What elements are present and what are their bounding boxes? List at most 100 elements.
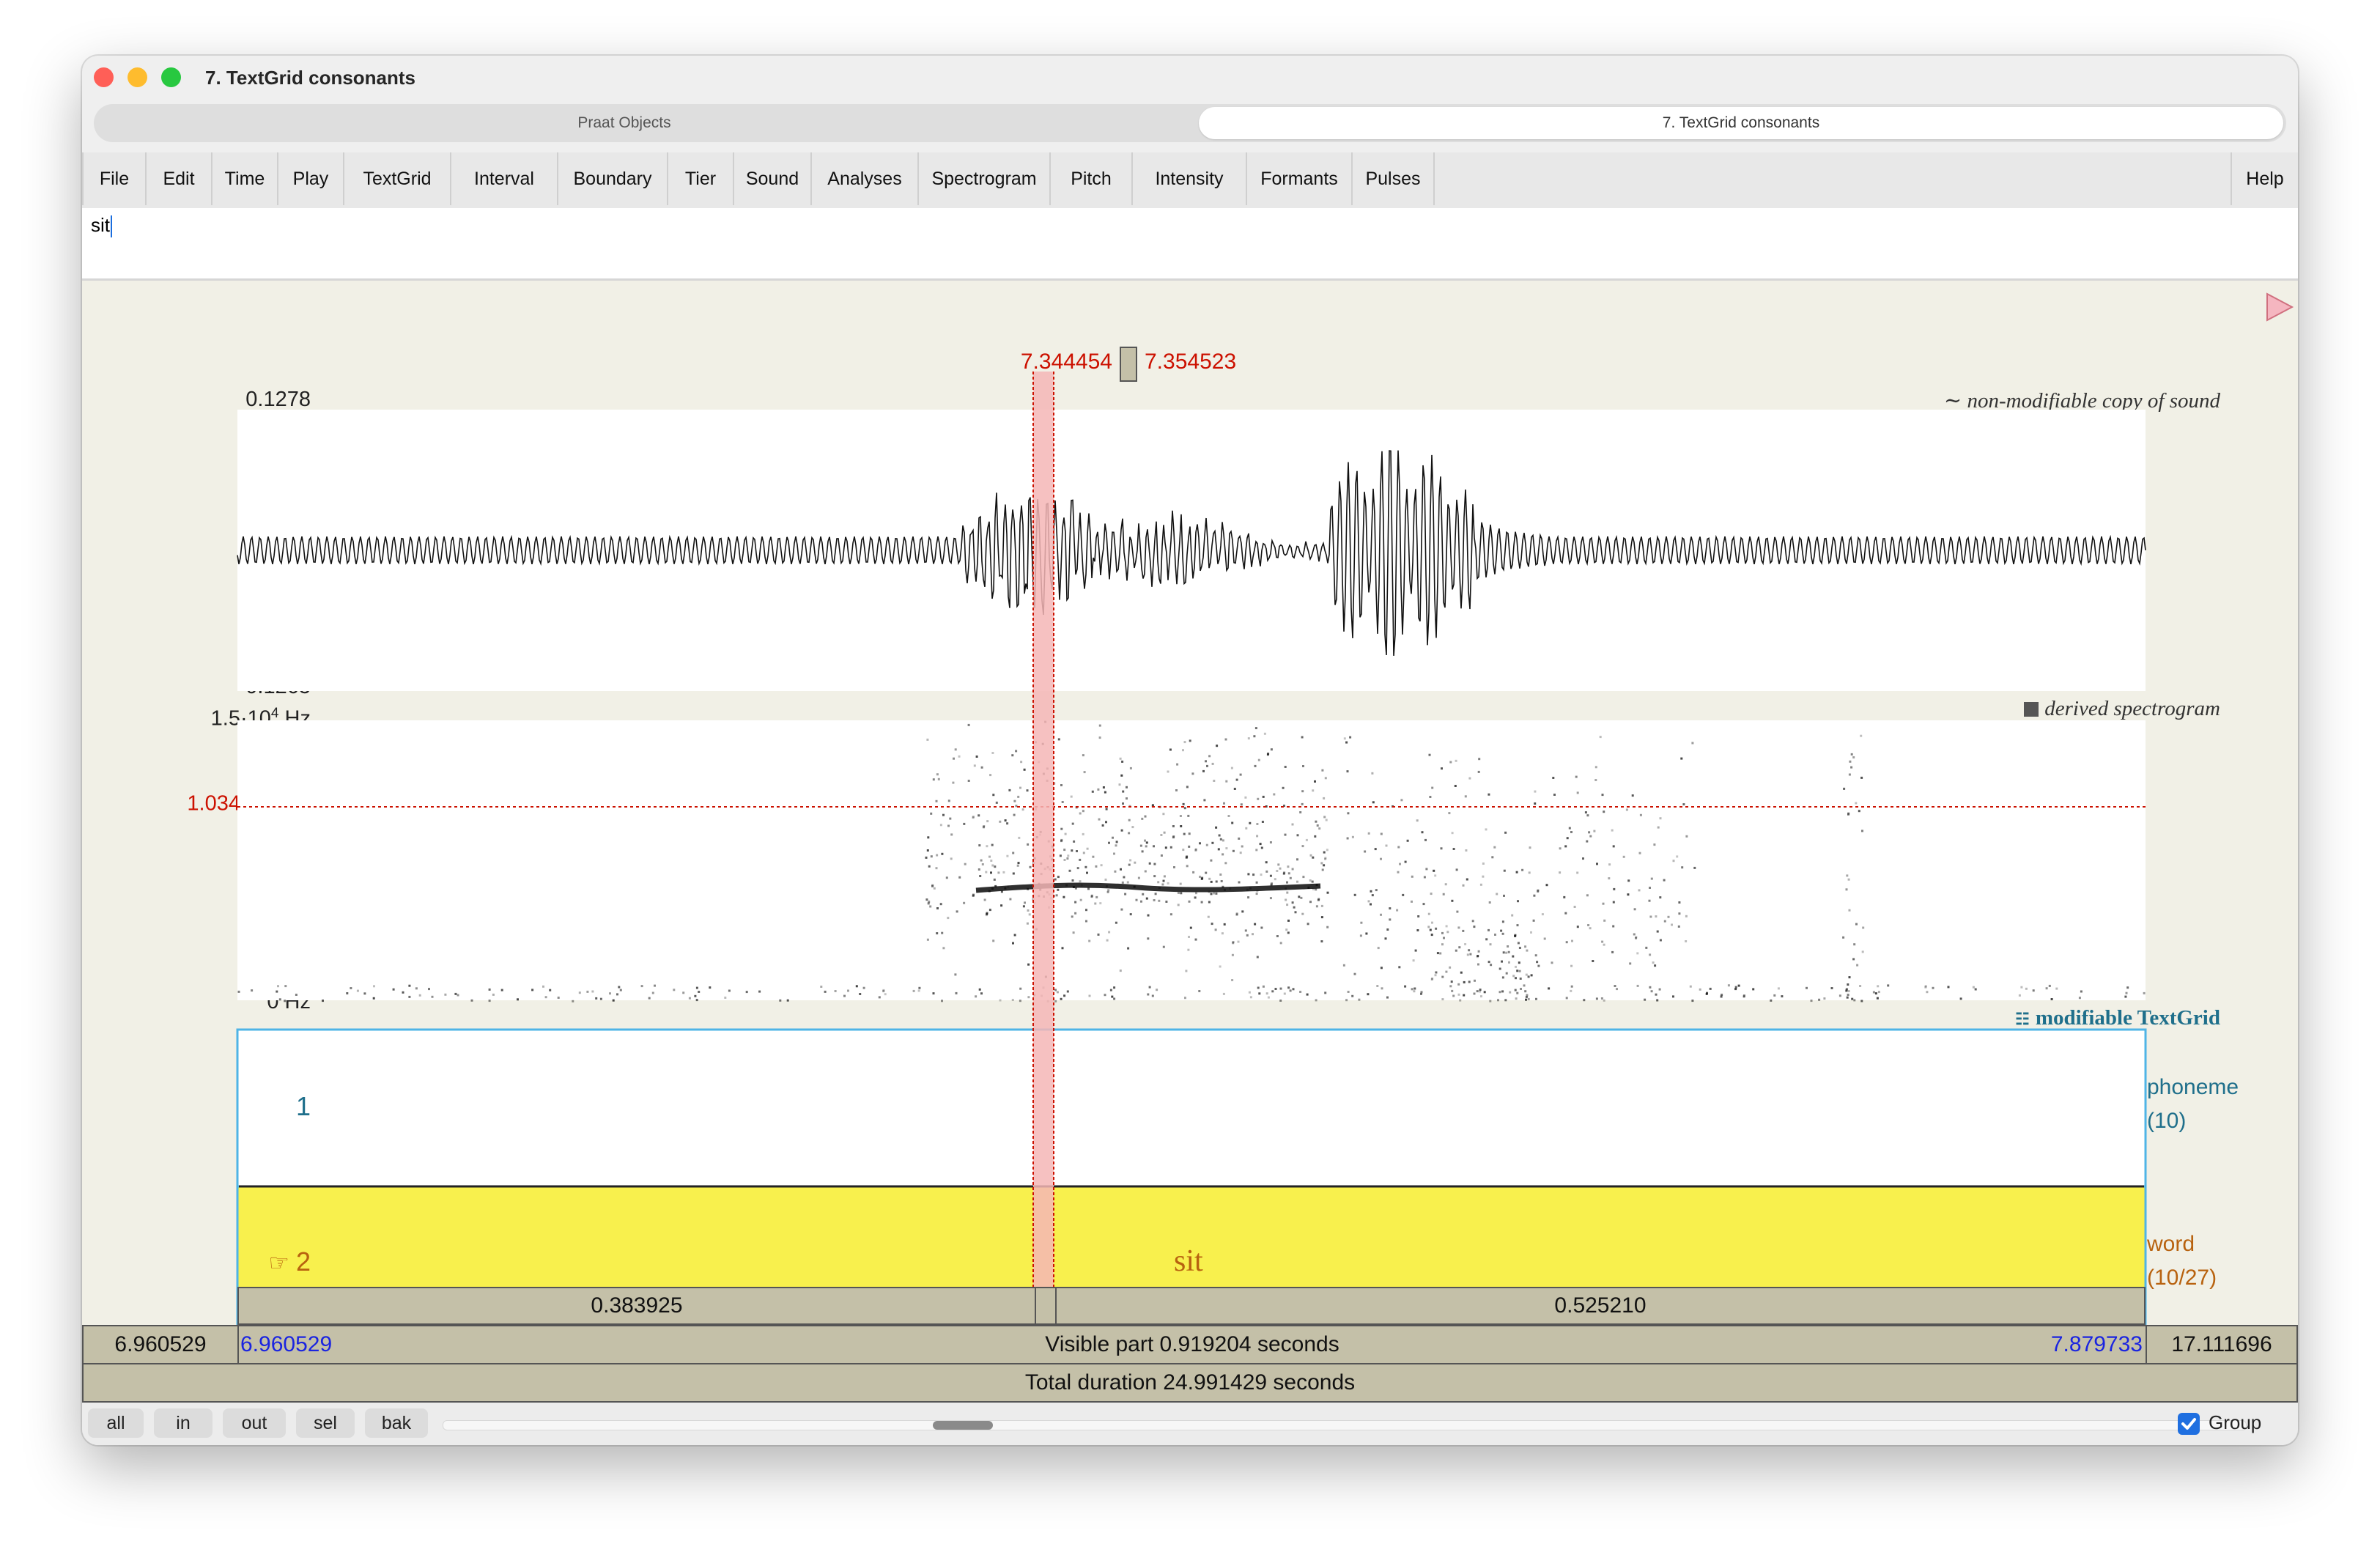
spectrogram-speckle xyxy=(1267,996,1270,999)
menu-file[interactable]: File xyxy=(82,152,147,205)
spectrogram-speckle xyxy=(1612,901,1615,904)
menu-pulses[interactable]: Pulses xyxy=(1353,152,1435,205)
spectrogram-speckle xyxy=(979,875,982,877)
spectrogram-speckle xyxy=(1121,881,1124,884)
spectrogram-speckle xyxy=(1380,913,1382,916)
spectrogram-speckle xyxy=(1389,907,1392,910)
spectrogram-speckle xyxy=(1530,974,1533,977)
spectrogram-speckle xyxy=(1600,997,1603,1000)
spectrogram-speckle xyxy=(278,998,281,1001)
group-checkbox[interactable] xyxy=(2178,1413,2200,1435)
spectrogram-speckle xyxy=(1351,994,1354,997)
spectrogram-speckle xyxy=(1257,797,1260,800)
spectrogram-speckle xyxy=(578,991,581,994)
spectrogram-speckle xyxy=(1514,934,1517,937)
close-window-button[interactable] xyxy=(94,67,114,87)
spectrogram-speckle xyxy=(1947,986,1950,989)
menu-textgrid[interactable]: TextGrid xyxy=(344,152,451,205)
spectrogram-speckle xyxy=(1249,821,1252,824)
spectrogram-speckle xyxy=(1255,893,1258,895)
spectrogram-speckle xyxy=(1346,770,1349,773)
horizontal-scrollbar[interactable] xyxy=(443,1420,2247,1430)
spectrogram-speckle xyxy=(1691,742,1694,745)
duration-selection[interactable] xyxy=(1035,1287,1057,1325)
analysis-panel[interactable]: 7.344454 7.354523 0.1278 0 -0.1265 ∼ non… xyxy=(82,281,2298,1343)
spectrogram-speckle xyxy=(1262,795,1265,798)
spectrogram-speckle xyxy=(1160,854,1163,857)
spectrogram-speckle xyxy=(991,864,994,867)
spectrogram-speckle xyxy=(1685,835,1688,838)
signal-plot-area[interactable] xyxy=(82,281,2298,1343)
menu-tier[interactable]: Tier xyxy=(668,152,734,205)
spectrogram-speckle xyxy=(1307,923,1309,926)
zoom-back-button[interactable]: bak xyxy=(365,1408,428,1438)
zoom-selection-button[interactable]: sel xyxy=(296,1408,355,1438)
spectrogram-speckle xyxy=(932,778,935,781)
menu-play[interactable]: Play xyxy=(278,152,344,205)
spectrogram-speckle xyxy=(1494,934,1496,936)
menu-help[interactable]: Help xyxy=(2231,152,2298,205)
menu-time[interactable]: Time xyxy=(212,152,278,205)
spectrogram-speckle xyxy=(999,999,1002,1002)
interval-text-field[interactable]: sit xyxy=(82,208,2298,281)
spectrogram-speckle xyxy=(284,1000,287,1002)
spectrogram-speckle xyxy=(1535,997,1537,1000)
spectrogram-speckle xyxy=(415,987,418,990)
zoom-in-button[interactable]: in xyxy=(154,1408,212,1438)
spectrogram-speckle xyxy=(1498,991,1501,994)
spectrogram-speckle xyxy=(1449,966,1452,969)
menu-pitch[interactable]: Pitch xyxy=(1051,152,1133,205)
spectrogram-speckle xyxy=(1441,975,1444,978)
spectrogram-speckle xyxy=(1259,843,1262,846)
tier-1-area[interactable] xyxy=(236,1028,2147,1188)
spectrogram-speckle xyxy=(1189,739,1191,742)
zoom-out-button[interactable]: out xyxy=(223,1408,286,1438)
selection-region[interactable] xyxy=(1033,372,1054,1343)
spectrogram-speckle xyxy=(1400,799,1403,802)
spectrogram-speckle xyxy=(1818,998,1821,1001)
spectrogram-speckle xyxy=(947,824,950,827)
spectrogram-speckle xyxy=(517,998,519,1001)
total-duration-bar[interactable]: Total duration 24.991429 seconds xyxy=(82,1363,2298,1403)
zoom-window-button[interactable] xyxy=(161,67,181,87)
spectrogram-speckle xyxy=(1027,843,1030,846)
spectrogram-speckle xyxy=(1625,808,1628,811)
tier-2-interval-text[interactable]: sit xyxy=(1174,1244,1203,1279)
spectrogram-speckle xyxy=(941,1000,943,1002)
menu-formants[interactable]: Formants xyxy=(1247,152,1353,205)
spectrogram-speckle xyxy=(1012,852,1015,854)
spectrogram-speckle xyxy=(1450,980,1453,983)
spectrogram-speckle xyxy=(531,989,534,991)
tab-praat-objects[interactable]: Praat Objects xyxy=(97,107,1152,139)
tab-textgrid-consonants[interactable]: 7. TextGrid consonants xyxy=(1199,107,2283,139)
spectrogram-speckle xyxy=(1515,997,1518,1000)
spectrogram-speckle xyxy=(1511,914,1514,917)
duration-before-selection[interactable]: 0.383925 xyxy=(237,1287,1036,1325)
hidden-before-duration[interactable]: 6.960529 xyxy=(82,1325,239,1364)
spectrogram-speckle xyxy=(2125,991,2128,994)
spectrogram-speckle xyxy=(1442,893,1445,895)
duration-after-selection[interactable]: 0.525210 xyxy=(1055,1287,2146,1325)
spectrogram-speckle xyxy=(1241,910,1244,913)
spectrogram-speckle xyxy=(1147,993,1150,996)
menu-analyses[interactable]: Analyses xyxy=(812,152,919,205)
menu-spectrogram[interactable]: Spectrogram xyxy=(919,152,1051,205)
menu-boundary[interactable]: Boundary xyxy=(558,152,668,205)
spectrogram-speckle xyxy=(1490,964,1493,967)
menu-edit[interactable]: Edit xyxy=(147,152,212,205)
spectrogram-speckle xyxy=(1279,867,1282,870)
spectrogram-speckle xyxy=(1652,961,1655,964)
spectrogram-speckle xyxy=(1255,849,1258,852)
menu-sound[interactable]: Sound xyxy=(734,152,812,205)
hidden-after-duration[interactable]: 17.111696 xyxy=(2146,1325,2298,1364)
menu-interval[interactable]: Interval xyxy=(451,152,558,205)
zoom-all-button[interactable]: all xyxy=(88,1408,144,1438)
scrollbar-thumb[interactable] xyxy=(933,1421,993,1430)
spectrogram-speckle xyxy=(1480,995,1482,998)
spectrogram-speckle xyxy=(1129,767,1132,769)
visible-part-bar[interactable]: 6.960529 Visible part 0.919204 seconds 7… xyxy=(237,1325,2147,1364)
spectrogram-speckle xyxy=(1441,998,1444,1001)
spectrogram-speckle xyxy=(557,997,560,999)
menu-intensity[interactable]: Intensity xyxy=(1133,152,1247,205)
minimize-window-button[interactable] xyxy=(128,67,147,87)
